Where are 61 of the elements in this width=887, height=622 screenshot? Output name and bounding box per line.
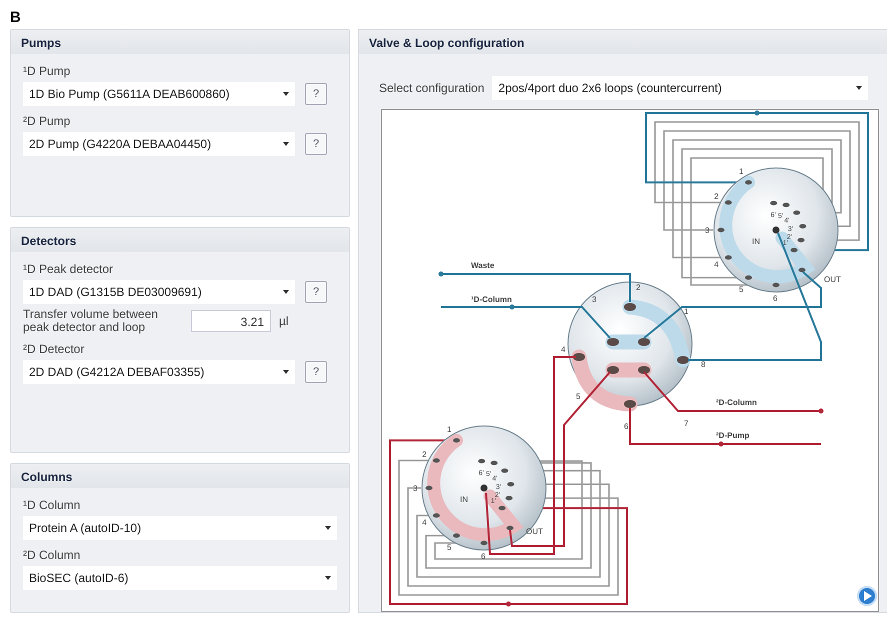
port-label: 1	[684, 307, 688, 316]
port-label: 6	[624, 422, 628, 431]
port-label: 4	[714, 260, 719, 269]
figure-label: B	[9, 8, 20, 28]
caret-icon	[283, 290, 289, 294]
port-label: 5	[739, 284, 744, 294]
field-label: ²D Detector	[23, 342, 86, 356]
caret-icon	[283, 370, 289, 374]
field-label: ¹D Peak detector	[23, 262, 114, 276]
caret-icon	[283, 142, 289, 146]
line-label: ²D-Pump	[716, 431, 750, 440]
dropdown[interactable]: Protein A (autoID-10)	[23, 516, 337, 540]
port-label: 3	[592, 295, 596, 304]
caret-icon	[325, 576, 331, 580]
field-label: ¹D Column	[23, 498, 82, 512]
port-label: 8	[701, 360, 706, 369]
port-label: 7	[684, 419, 688, 428]
caret-icon	[283, 92, 289, 96]
field-label: Select configuration	[379, 81, 484, 95]
port-label: IN	[752, 237, 760, 246]
port-label: 1	[739, 167, 744, 176]
port-label: 3	[413, 484, 418, 493]
help-button[interactable]: ?	[305, 133, 327, 155]
dropdown[interactable]: 1D DAD (G1315B DE03009691)	[23, 280, 295, 304]
help-button[interactable]: ?	[305, 361, 327, 383]
help-button[interactable]: ?	[305, 281, 327, 303]
dropdown[interactable]: 2D Pump (G4220A DEBAA04450)	[23, 132, 295, 156]
help-button[interactable]: ?	[305, 83, 327, 105]
port-label: 6	[773, 294, 778, 303]
port-label: 2	[422, 450, 427, 459]
field-label: ²D Column	[23, 548, 82, 562]
play-button[interactable]	[857, 586, 877, 606]
unit-label: µl	[279, 314, 289, 328]
dropdown[interactable]: BioSEC (autoID-6)	[23, 566, 337, 590]
port-label: 6	[481, 552, 486, 561]
section-header: Detectors	[11, 228, 349, 252]
port-label: 2	[636, 283, 640, 292]
line-label: ¹D-Column	[471, 295, 512, 304]
dropdown[interactable]: 2D DAD (G4212A DEBAF03355)	[23, 360, 295, 384]
field-label: Transfer volume between peak detector and loop	[23, 308, 159, 334]
field-label: ²D Pump	[23, 114, 72, 128]
port-label: 2	[714, 192, 719, 201]
line-label: Waste	[471, 261, 494, 270]
configuration-dropdown[interactable]: 2pos/4port duo 2x6 loops (countercurrent)	[492, 76, 868, 100]
caret-icon	[325, 526, 331, 530]
caret-icon	[856, 86, 862, 90]
port-label: IN	[460, 495, 468, 504]
port-label: 3	[705, 226, 710, 235]
field-label: ¹D Pump	[23, 64, 72, 78]
port-label: 4	[561, 345, 566, 354]
port-label: 5	[576, 392, 580, 401]
port-label: 1	[447, 425, 452, 434]
port-label: 5	[447, 542, 452, 552]
dropdown[interactable]: 1D Bio Pump (G5611A DEAB600860)	[23, 82, 295, 106]
line-label: ²D-Column	[716, 398, 757, 407]
port-label: 4	[422, 518, 427, 527]
number-field[interactable]: 3.21	[191, 310, 271, 332]
section-header: Columns	[11, 464, 349, 488]
section-header: Pumps	[11, 30, 349, 54]
port-label: OUT	[824, 275, 841, 284]
section-header: Valve & Loop configuration	[359, 30, 887, 54]
